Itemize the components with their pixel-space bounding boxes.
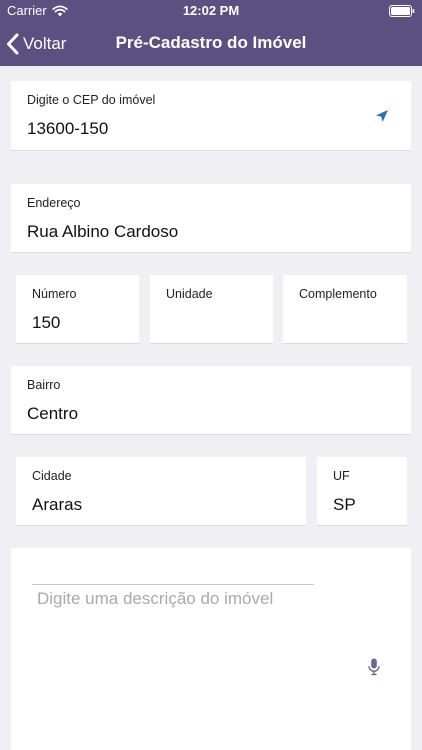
cep-label: Digite o CEP do imóvel [27,93,156,107]
status-bar: Carrier 12:02 PM [0,0,422,22]
bairro-label: Bairro [27,378,61,392]
bairro-field[interactable]: Bairro Centro [11,366,411,435]
navigation-bar: Voltar Pré-Cadastro do Imóvel [0,22,422,66]
page-title: Pré-Cadastro do Imóvel [115,33,307,52]
numero-label: Número [32,287,77,301]
unidade-label: Unidade [166,287,213,301]
uf-field[interactable]: UF SP [317,457,407,526]
uf-input[interactable]: SP [333,495,363,515]
cidade-field[interactable]: Cidade Araras [16,457,306,526]
status-time: 12:02 PM [182,3,240,18]
descricao-divider [32,584,314,585]
complemento-field[interactable]: Complemento [283,275,407,344]
cep-input[interactable]: 13600-150 [27,119,367,139]
endereco-input[interactable]: Rua Albino Cardoso [27,222,367,242]
cidade-label: Cidade [32,469,72,483]
descricao-field[interactable]: Digite uma descrição do imóvel [11,548,411,750]
endereco-field[interactable]: Endereço Rua Albino Cardoso [11,184,411,253]
cep-field[interactable]: Digite o CEP do imóvel 13600-150 [11,81,411,151]
header: Carrier 12:02 PM Voltar Pré-Cadastro do … [0,0,422,66]
cidade-input[interactable]: Araras [32,495,262,515]
descricao-placeholder[interactable]: Digite uma descrição do imóvel [37,589,273,609]
endereco-label: Endereço [27,196,81,210]
battery-icon [389,4,415,22]
complemento-label: Complemento [299,287,377,301]
unidade-field[interactable]: Unidade [150,275,273,344]
microphone-icon[interactable] [368,658,380,681]
bairro-input[interactable]: Centro [27,404,367,424]
numero-field[interactable]: Número 150 [16,275,139,344]
uf-label: UF [333,469,350,483]
location-arrow-icon[interactable] [375,109,389,128]
numero-input[interactable]: 150 [32,313,95,333]
